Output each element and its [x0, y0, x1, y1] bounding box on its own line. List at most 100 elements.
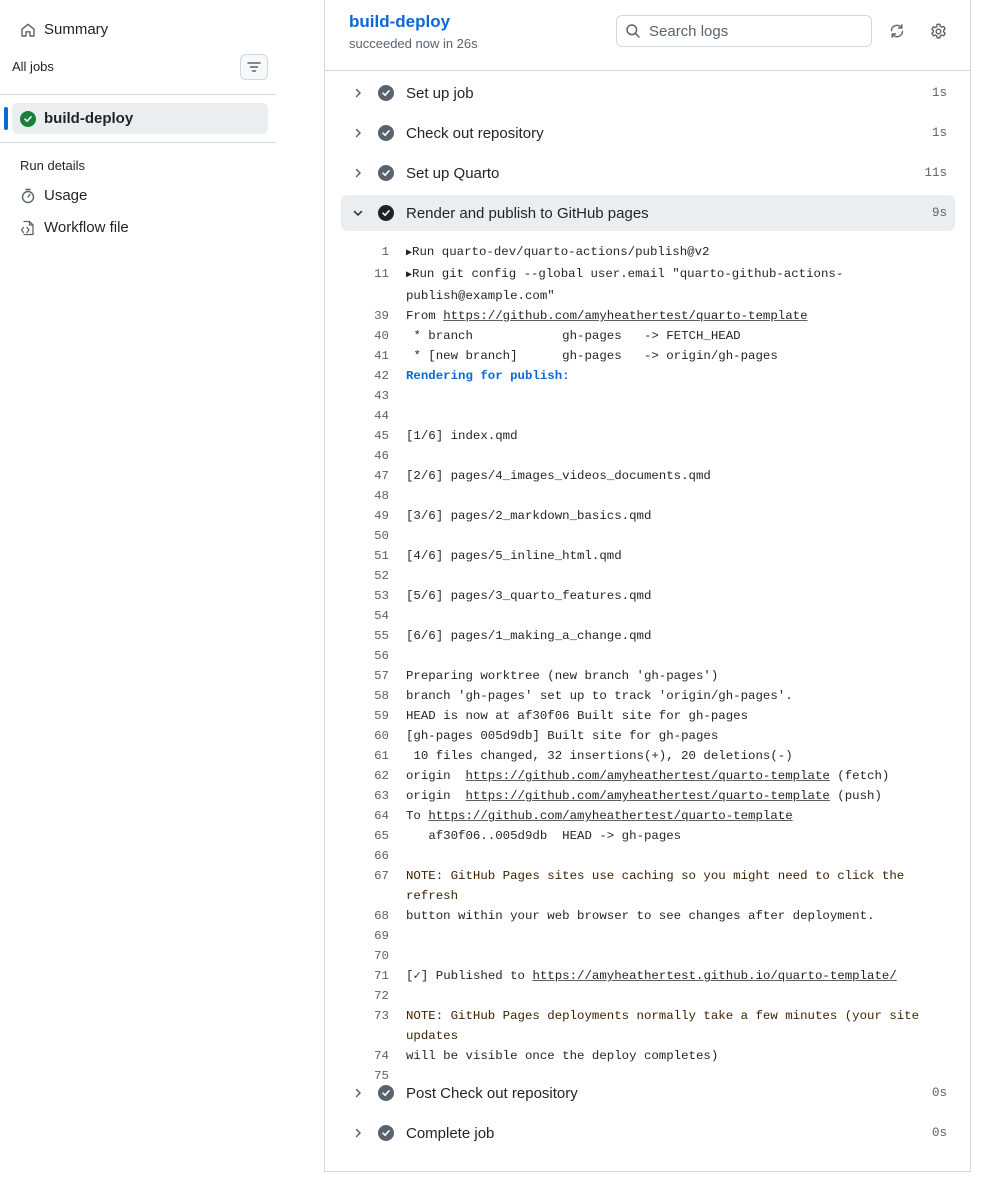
job-title[interactable]: build-deploy [349, 12, 450, 32]
log-line-number[interactable]: 55 [341, 626, 389, 646]
step-complete-job[interactable]: Complete job 0s [341, 1115, 955, 1151]
log-line: 69 [341, 926, 955, 946]
job-item-build-deploy[interactable]: build-deploy [12, 103, 268, 134]
step-render-and-publish[interactable]: Render and publish to GitHub pages 9s [341, 195, 955, 231]
search-logs-box[interactable] [616, 15, 872, 47]
chevron-right-icon [350, 1125, 366, 1141]
log-line-number[interactable]: 45 [341, 426, 389, 446]
log-line-number[interactable]: 43 [341, 386, 389, 406]
step-set-up-job[interactable]: Set up job 1s [341, 75, 955, 111]
success-check-icon [20, 110, 36, 127]
log-line-number[interactable]: 59 [341, 706, 389, 726]
log-line-number[interactable]: 63 [341, 786, 389, 806]
step-set-up-quarto[interactable]: Set up Quarto 11s [341, 155, 955, 191]
log-line-number[interactable]: 11 [341, 264, 389, 284]
step-name: Set up job [406, 84, 474, 102]
log-line-number[interactable]: 51 [341, 546, 389, 566]
log-line-number[interactable]: 50 [341, 526, 389, 546]
step-name: Complete job [406, 1124, 495, 1142]
log-line: 42 Rendering for publish: [341, 366, 955, 386]
log-line-text: branch 'gh-pages' set up to track 'origi… [406, 689, 793, 703]
log-line-number[interactable]: 53 [341, 586, 389, 606]
log-line: 43 [341, 386, 955, 406]
log-line-number[interactable]: 73 [341, 1006, 389, 1026]
log-line-number[interactable]: 47 [341, 466, 389, 486]
log-line-text: [5/6] pages/3_quarto_features.qmd [406, 589, 652, 603]
log-line-number[interactable]: 69 [341, 926, 389, 946]
log-line: 63 origin https://github.com/amyheatherte… [341, 786, 955, 806]
log-line-number[interactable]: 62 [341, 766, 389, 786]
settings-button[interactable] [923, 16, 953, 46]
summary-label: Summary [44, 21, 109, 38]
step-name: Post Check out repository [406, 1084, 578, 1102]
search-logs-input[interactable] [649, 22, 859, 40]
usage-link[interactable]: Usage [20, 187, 87, 204]
log-line-number[interactable]: 46 [341, 446, 389, 466]
log-line: 40 * branch gh-pages -> FETCH_HEAD [341, 326, 955, 346]
active-job-indicator [4, 107, 8, 130]
log-line: 61 10 files changed, 32 insertions(+), 2… [341, 746, 955, 766]
check-circle-icon [378, 205, 394, 221]
step-post-check-out-repository[interactable]: Post Check out repository 0s [341, 1075, 955, 1111]
workflow-file-link[interactable]: Workflow file [20, 219, 129, 236]
log-line: 11 Run git config --global user.email "qu… [341, 264, 955, 306]
log-line-number[interactable]: 39 [341, 306, 389, 326]
log-line-number[interactable]: 49 [341, 506, 389, 526]
log-line-number[interactable]: 68 [341, 906, 389, 926]
log-line-number[interactable]: 57 [341, 666, 389, 686]
log-line-number[interactable]: 54 [341, 606, 389, 626]
chevron-down-icon [350, 205, 366, 221]
log-link[interactable]: https://amyheathertest.github.io/quarto-… [532, 969, 896, 983]
log-line: 54 [341, 606, 955, 626]
log-line-text: origin https://github.com/amyheathertest… [406, 786, 955, 806]
step-duration: 1s [931, 86, 947, 100]
step-check-out-repository[interactable]: Check out repository 1s [341, 115, 955, 151]
filter-jobs-button[interactable] [240, 54, 268, 80]
log-line-text: will be visible once the deploy complete… [406, 1049, 719, 1063]
log-link[interactable]: https://github.com/amyheathertest/quarto… [428, 809, 792, 823]
log-line-number[interactable]: 71 [341, 966, 389, 986]
log-line-number[interactable]: 40 [341, 326, 389, 346]
chevron-right-icon [350, 165, 366, 181]
log-line-number[interactable]: 61 [341, 746, 389, 766]
log-line-text: NOTE: GitHub Pages deployments normally … [406, 1009, 927, 1043]
log-line-number[interactable]: 67 [341, 866, 389, 886]
log-line-number[interactable]: 44 [341, 406, 389, 426]
log-line-number[interactable]: 58 [341, 686, 389, 706]
refresh-button[interactable] [882, 16, 912, 46]
log-line-text: [6/6] pages/1_making_a_change.qmd [406, 629, 652, 643]
log-line-text: From https://github.com/amyheathertest/q… [406, 306, 955, 326]
log-group-toggle[interactable]: Run quarto-dev/quarto-actions/publish@v2 [406, 242, 955, 264]
log-line-number[interactable]: 56 [341, 646, 389, 666]
log-line-text: * [new branch] gh-pages -> origin/gh-pag… [406, 349, 778, 363]
log-link[interactable]: https://github.com/amyheathertest/quarto… [443, 309, 807, 323]
log-text-segment: From [406, 309, 444, 323]
log-group-toggle[interactable]: Run git config --global user.email "quar… [406, 264, 955, 306]
log-line-number[interactable]: 70 [341, 946, 389, 966]
log-line-number[interactable]: 74 [341, 1046, 389, 1066]
log-link[interactable]: https://github.com/amyheathertest/quarto… [466, 789, 830, 803]
log-text-segment: [✓] Published to [406, 969, 533, 983]
log-line-number[interactable]: 64 [341, 806, 389, 826]
home-icon [20, 22, 36, 38]
step-log-output: 1 Run quarto-dev/quarto-actions/publish@v… [341, 242, 955, 1086]
step-duration: 9s [931, 206, 947, 220]
log-line: 55 [6/6] pages/1_making_a_change.qmd [341, 626, 955, 646]
log-line-number[interactable]: 72 [341, 986, 389, 1006]
log-line-number[interactable]: 60 [341, 726, 389, 746]
log-line-number[interactable]: 1 [341, 242, 389, 262]
log-line-number[interactable]: 48 [341, 486, 389, 506]
step-duration: 1s [931, 126, 947, 140]
log-line-number[interactable]: 66 [341, 846, 389, 866]
log-line-number[interactable]: 41 [341, 346, 389, 366]
log-line-text: [1/6] index.qmd [406, 429, 518, 443]
log-line: 64 To https://github.com/amyheathertest/q… [341, 806, 955, 826]
log-line-number[interactable]: 52 [341, 566, 389, 586]
summary-link[interactable]: Summary [20, 21, 108, 38]
log-line-number[interactable]: 65 [341, 826, 389, 846]
log-line-text: [3/6] pages/2_markdown_basics.qmd [406, 509, 652, 523]
log-line: 71 [✓] Published to https://amyheathertes… [341, 966, 955, 986]
log-link[interactable]: https://github.com/amyheathertest/quarto… [466, 769, 830, 783]
log-line-number[interactable]: 42 [341, 366, 389, 386]
log-line-text: [4/6] pages/5_inline_html.qmd [406, 549, 622, 563]
